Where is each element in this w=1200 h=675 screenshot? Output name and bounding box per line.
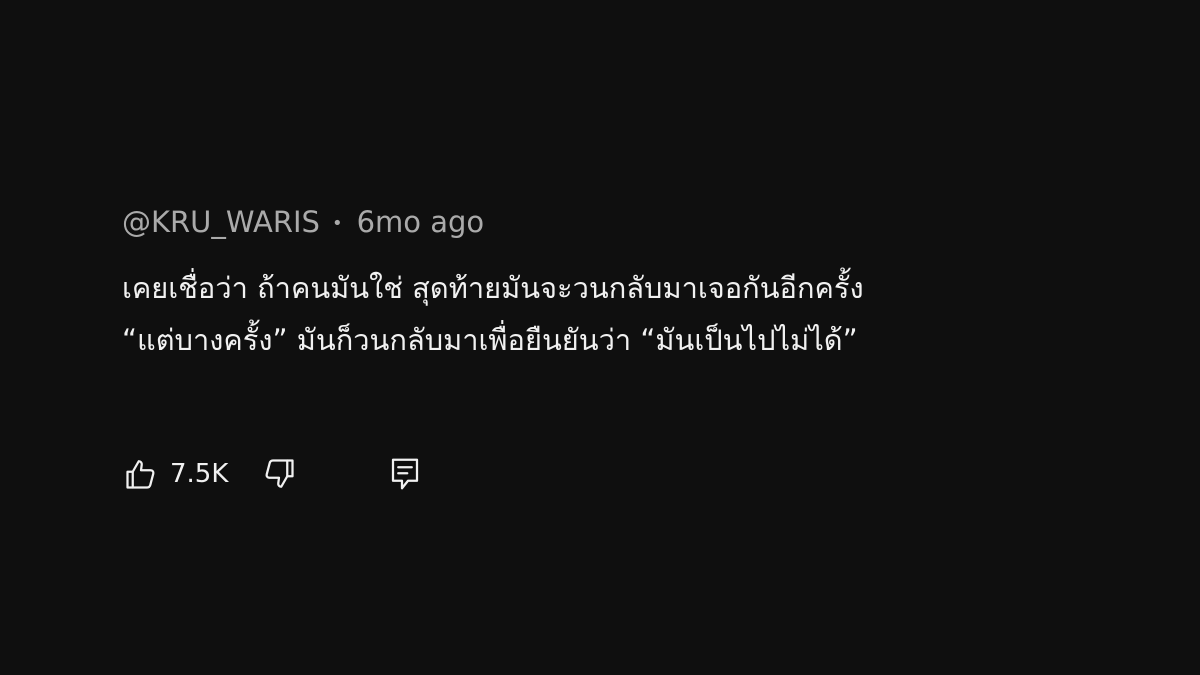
comment-timestamp[interactable]: 6mo ago xyxy=(357,205,485,239)
comment-header: @KRU_WARIS • 6mo ago xyxy=(122,200,1122,244)
thumbs-down-icon xyxy=(265,459,295,488)
separator-dot: • xyxy=(331,212,343,234)
comment-text-line: “แต่บางครั้ง” มันก็วนกลับมาเพื่อยืนยันว่… xyxy=(122,323,858,357)
comment-text-line: เคยเชื่อว่า ถ้าคนมันใช่ สุดท้ายมันจะวนกล… xyxy=(122,271,864,305)
reply-comment-icon xyxy=(392,458,419,490)
comment: @KRU_WARIS • 6mo ago เคยเชื่อว่า ถ้าคนมั… xyxy=(122,200,1122,366)
like-button[interactable] xyxy=(122,454,160,494)
dislike-button[interactable] xyxy=(260,454,298,494)
comment-author[interactable]: @KRU_WARIS xyxy=(122,205,320,239)
like-count: 7.5K xyxy=(170,459,229,489)
reply-button[interactable] xyxy=(386,454,424,494)
comment-actions: 7.5K xyxy=(122,452,424,496)
thumbs-up-icon xyxy=(126,460,155,489)
comment-text: เคยเชื่อว่า ถ้าคนมันใช่ สุดท้ายมันจะวนกล… xyxy=(122,262,1122,366)
